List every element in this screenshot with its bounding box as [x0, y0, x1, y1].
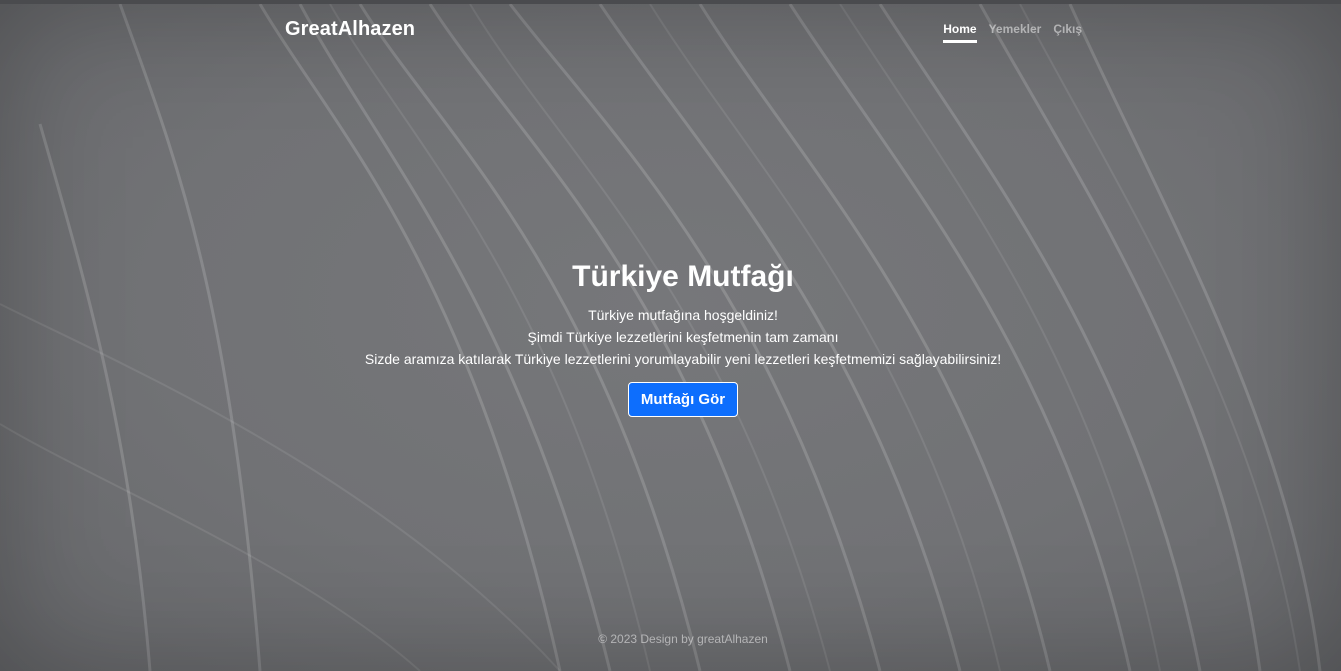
hero-section: Türkiye Mutfağı Türkiye mutfağına hoşgel…	[0, 258, 1341, 417]
see-kitchen-button[interactable]: Mutfağı Gör	[627, 382, 739, 417]
brand-link[interactable]: GreatAlhazen	[285, 18, 415, 41]
nav-link-cikis[interactable]: Çıkış	[1053, 22, 1082, 43]
hero-line-discover: Şimdi Türkiye lezzetlerini keşfetmenin t…	[527, 329, 839, 345]
nav-link-home[interactable]: Home	[943, 22, 977, 43]
hero-line-welcome: Türkiye mutfağına hoşgeldiniz!	[588, 307, 778, 323]
top-navbar: GreatAlhazen Home Yemekler Çıkış	[285, 4, 1082, 54]
nav-links: Home Yemekler Çıkış	[943, 22, 1082, 43]
footer: © 2023 Design by greatAlhazen	[0, 632, 1341, 646]
nav-link-yemekler[interactable]: Yemekler	[989, 22, 1042, 43]
hero-line-join: Sizde aramıza katılarak Türkiye lezzetle…	[364, 351, 1002, 367]
footer-copyright: © 2023 Design by greatAlhazen	[598, 632, 768, 646]
hero-title: Türkiye Mutfağı	[572, 260, 794, 293]
